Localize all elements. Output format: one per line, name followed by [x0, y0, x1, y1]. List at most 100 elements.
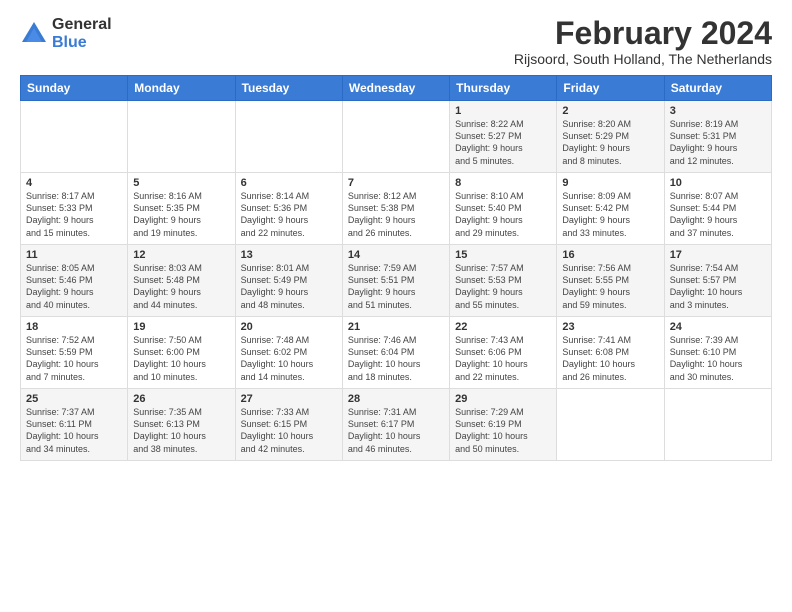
- day-info: Sunrise: 8:01 AM Sunset: 5:49 PM Dayligh…: [241, 262, 337, 311]
- calendar-cell: [557, 389, 664, 461]
- day-info: Sunrise: 8:10 AM Sunset: 5:40 PM Dayligh…: [455, 190, 551, 239]
- calendar-cell: 3Sunrise: 8:19 AM Sunset: 5:31 PM Daylig…: [664, 101, 771, 173]
- day-number: 14: [348, 249, 444, 261]
- day-info: Sunrise: 7:48 AM Sunset: 6:02 PM Dayligh…: [241, 334, 337, 383]
- calendar-cell: 2Sunrise: 8:20 AM Sunset: 5:29 PM Daylig…: [557, 101, 664, 173]
- calendar-cell: 8Sunrise: 8:10 AM Sunset: 5:40 PM Daylig…: [450, 173, 557, 245]
- calendar-cell: 6Sunrise: 8:14 AM Sunset: 5:36 PM Daylig…: [235, 173, 342, 245]
- logo: General Blue: [20, 16, 112, 51]
- calendar-cell: 11Sunrise: 8:05 AM Sunset: 5:46 PM Dayli…: [21, 245, 128, 317]
- title-block: February 2024 Rijsoord, South Holland, T…: [514, 16, 772, 67]
- day-info: Sunrise: 8:19 AM Sunset: 5:31 PM Dayligh…: [670, 118, 766, 167]
- logo-icon: [20, 20, 48, 48]
- calendar-cell: 5Sunrise: 8:16 AM Sunset: 5:35 PM Daylig…: [128, 173, 235, 245]
- calendar-table: SundayMondayTuesdayWednesdayThursdayFrid…: [20, 75, 772, 461]
- day-number: 23: [562, 321, 658, 333]
- day-info: Sunrise: 8:14 AM Sunset: 5:36 PM Dayligh…: [241, 190, 337, 239]
- calendar-cell: 24Sunrise: 7:39 AM Sunset: 6:10 PM Dayli…: [664, 317, 771, 389]
- logo-general: General: [52, 16, 112, 34]
- day-number: 24: [670, 321, 766, 333]
- header-row: SundayMondayTuesdayWednesdayThursdayFrid…: [21, 76, 772, 101]
- day-info: Sunrise: 8:16 AM Sunset: 5:35 PM Dayligh…: [133, 190, 229, 239]
- calendar-cell: 1Sunrise: 8:22 AM Sunset: 5:27 PM Daylig…: [450, 101, 557, 173]
- day-number: 9: [562, 177, 658, 189]
- day-number: 1: [455, 105, 551, 117]
- calendar-cell: 29Sunrise: 7:29 AM Sunset: 6:19 PM Dayli…: [450, 389, 557, 461]
- header-day-monday: Monday: [128, 76, 235, 101]
- day-info: Sunrise: 7:46 AM Sunset: 6:04 PM Dayligh…: [348, 334, 444, 383]
- calendar-cell: [21, 101, 128, 173]
- day-info: Sunrise: 7:57 AM Sunset: 5:53 PM Dayligh…: [455, 262, 551, 311]
- day-number: 21: [348, 321, 444, 333]
- calendar-cell: 28Sunrise: 7:31 AM Sunset: 6:17 PM Dayli…: [342, 389, 449, 461]
- day-info: Sunrise: 7:56 AM Sunset: 5:55 PM Dayligh…: [562, 262, 658, 311]
- week-row-3: 11Sunrise: 8:05 AM Sunset: 5:46 PM Dayli…: [21, 245, 772, 317]
- day-number: 15: [455, 249, 551, 261]
- day-info: Sunrise: 7:54 AM Sunset: 5:57 PM Dayligh…: [670, 262, 766, 311]
- day-info: Sunrise: 8:09 AM Sunset: 5:42 PM Dayligh…: [562, 190, 658, 239]
- day-info: Sunrise: 8:05 AM Sunset: 5:46 PM Dayligh…: [26, 262, 122, 311]
- day-number: 10: [670, 177, 766, 189]
- logo-blue: Blue: [52, 34, 112, 52]
- day-number: 16: [562, 249, 658, 261]
- header-day-tuesday: Tuesday: [235, 76, 342, 101]
- page: General Blue February 2024 Rijsoord, Sou…: [0, 0, 792, 612]
- week-row-2: 4Sunrise: 8:17 AM Sunset: 5:33 PM Daylig…: [21, 173, 772, 245]
- day-number: 18: [26, 321, 122, 333]
- week-row-1: 1Sunrise: 8:22 AM Sunset: 5:27 PM Daylig…: [21, 101, 772, 173]
- calendar-cell: [128, 101, 235, 173]
- week-row-4: 18Sunrise: 7:52 AM Sunset: 5:59 PM Dayli…: [21, 317, 772, 389]
- day-info: Sunrise: 8:20 AM Sunset: 5:29 PM Dayligh…: [562, 118, 658, 167]
- day-number: 29: [455, 393, 551, 405]
- day-info: Sunrise: 7:59 AM Sunset: 5:51 PM Dayligh…: [348, 262, 444, 311]
- day-number: 17: [670, 249, 766, 261]
- calendar-cell: [235, 101, 342, 173]
- day-number: 5: [133, 177, 229, 189]
- day-info: Sunrise: 8:12 AM Sunset: 5:38 PM Dayligh…: [348, 190, 444, 239]
- calendar-cell: 18Sunrise: 7:52 AM Sunset: 5:59 PM Dayli…: [21, 317, 128, 389]
- week-row-5: 25Sunrise: 7:37 AM Sunset: 6:11 PM Dayli…: [21, 389, 772, 461]
- calendar-cell: [342, 101, 449, 173]
- day-info: Sunrise: 7:43 AM Sunset: 6:06 PM Dayligh…: [455, 334, 551, 383]
- day-info: Sunrise: 7:29 AM Sunset: 6:19 PM Dayligh…: [455, 406, 551, 455]
- calendar-cell: [664, 389, 771, 461]
- day-number: 7: [348, 177, 444, 189]
- location: Rijsoord, South Holland, The Netherlands: [514, 51, 772, 67]
- calendar-cell: 22Sunrise: 7:43 AM Sunset: 6:06 PM Dayli…: [450, 317, 557, 389]
- month-title: February 2024: [514, 16, 772, 51]
- day-info: Sunrise: 7:39 AM Sunset: 6:10 PM Dayligh…: [670, 334, 766, 383]
- calendar-cell: 15Sunrise: 7:57 AM Sunset: 5:53 PM Dayli…: [450, 245, 557, 317]
- calendar-cell: 21Sunrise: 7:46 AM Sunset: 6:04 PM Dayli…: [342, 317, 449, 389]
- calendar-cell: 27Sunrise: 7:33 AM Sunset: 6:15 PM Dayli…: [235, 389, 342, 461]
- day-info: Sunrise: 7:52 AM Sunset: 5:59 PM Dayligh…: [26, 334, 122, 383]
- day-number: 25: [26, 393, 122, 405]
- day-number: 2: [562, 105, 658, 117]
- calendar-cell: 16Sunrise: 7:56 AM Sunset: 5:55 PM Dayli…: [557, 245, 664, 317]
- day-number: 22: [455, 321, 551, 333]
- day-number: 6: [241, 177, 337, 189]
- day-info: Sunrise: 7:41 AM Sunset: 6:08 PM Dayligh…: [562, 334, 658, 383]
- calendar-cell: 26Sunrise: 7:35 AM Sunset: 6:13 PM Dayli…: [128, 389, 235, 461]
- day-number: 13: [241, 249, 337, 261]
- calendar-cell: 12Sunrise: 8:03 AM Sunset: 5:48 PM Dayli…: [128, 245, 235, 317]
- day-number: 27: [241, 393, 337, 405]
- header-day-saturday: Saturday: [664, 76, 771, 101]
- day-number: 8: [455, 177, 551, 189]
- calendar-cell: 14Sunrise: 7:59 AM Sunset: 5:51 PM Dayli…: [342, 245, 449, 317]
- calendar-cell: 19Sunrise: 7:50 AM Sunset: 6:00 PM Dayli…: [128, 317, 235, 389]
- day-number: 11: [26, 249, 122, 261]
- day-info: Sunrise: 7:50 AM Sunset: 6:00 PM Dayligh…: [133, 334, 229, 383]
- day-info: Sunrise: 8:22 AM Sunset: 5:27 PM Dayligh…: [455, 118, 551, 167]
- header-day-sunday: Sunday: [21, 76, 128, 101]
- header-day-friday: Friday: [557, 76, 664, 101]
- header-day-thursday: Thursday: [450, 76, 557, 101]
- day-number: 26: [133, 393, 229, 405]
- day-number: 28: [348, 393, 444, 405]
- header: General Blue February 2024 Rijsoord, Sou…: [20, 16, 772, 67]
- day-info: Sunrise: 8:17 AM Sunset: 5:33 PM Dayligh…: [26, 190, 122, 239]
- calendar-cell: 9Sunrise: 8:09 AM Sunset: 5:42 PM Daylig…: [557, 173, 664, 245]
- calendar-cell: 20Sunrise: 7:48 AM Sunset: 6:02 PM Dayli…: [235, 317, 342, 389]
- day-info: Sunrise: 7:37 AM Sunset: 6:11 PM Dayligh…: [26, 406, 122, 455]
- day-number: 3: [670, 105, 766, 117]
- day-number: 19: [133, 321, 229, 333]
